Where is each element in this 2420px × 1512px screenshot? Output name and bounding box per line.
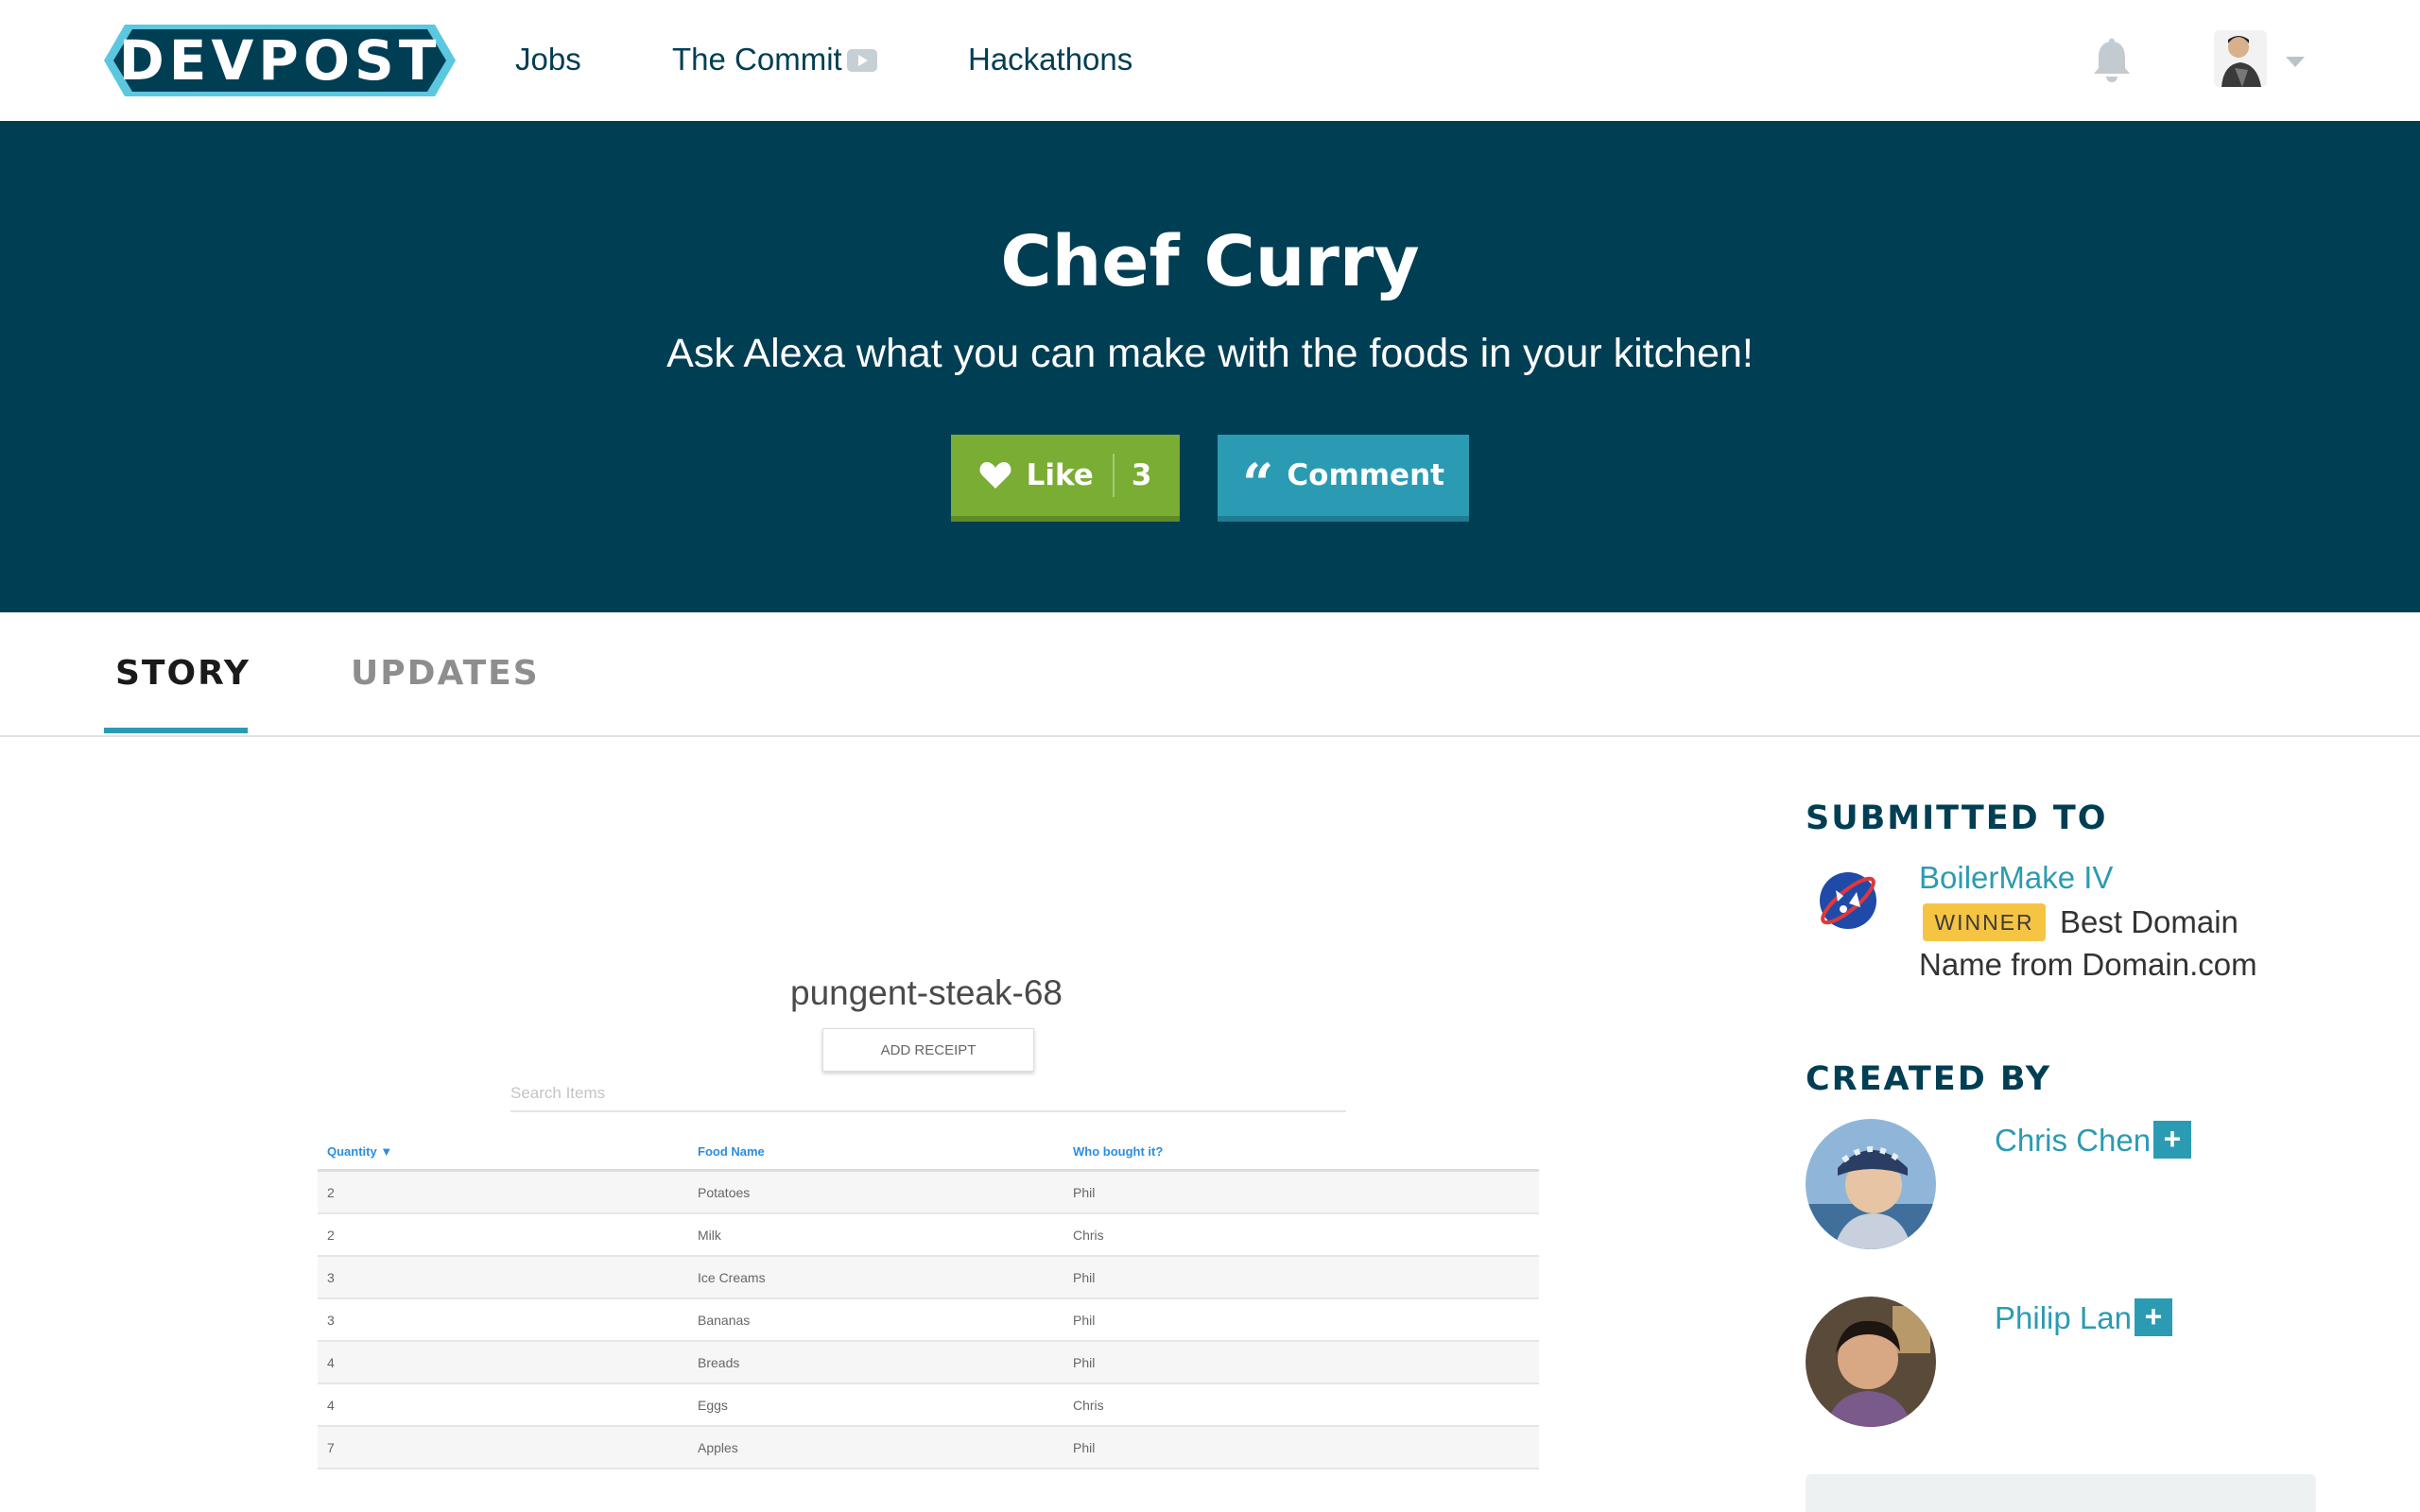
member-name[interactable]: Philip Lan [1995, 1300, 2132, 1336]
column-header: Food Name [698, 1144, 765, 1159]
items-table: Quantity ▼ Food Name Who bought it? 2 Po… [318, 1130, 1539, 1469]
food-name-cell: Bananas [698, 1313, 751, 1328]
food-name-cell: Milk [698, 1228, 721, 1243]
devpost-logo[interactable]: DEVPOST [104, 25, 456, 96]
project-tabs: STORY UPDATES [0, 612, 2420, 737]
quantity-cell: 2 [327, 1228, 335, 1243]
column-header: Quantity ▼ [327, 1144, 393, 1159]
nav-hackathons[interactable]: Hackathons [968, 42, 1132, 77]
food-name-cell: Breads [698, 1355, 740, 1370]
project-header: Chef Curry Ask Alexa what you can make w… [0, 121, 2420, 612]
hackathon-logo[interactable] [1815, 868, 1881, 934]
food-name-cell: Ice Creams [698, 1270, 766, 1285]
like-count: 3 [1131, 458, 1152, 492]
follow-button[interactable]: + [2153, 1121, 2191, 1159]
quantity-cell: 2 [327, 1185, 335, 1200]
user-avatar[interactable] [2214, 30, 2267, 87]
top-navbar: DEVPOST Jobs The Commit Hackathons [0, 0, 2420, 121]
gallery-image[interactable]: pungent-steak-68 ADD RECEIPT Search Item… [312, 954, 1541, 1512]
hackathon-link[interactable]: BoilerMake IV [1919, 860, 2113, 896]
buyer-cell: Chris [1073, 1398, 1104, 1413]
table-row: 2 Potatoes Phil [318, 1172, 1539, 1214]
like-button[interactable]: Like 3 [951, 435, 1180, 522]
member-avatar[interactable] [1806, 1119, 1936, 1249]
bell-icon[interactable] [2091, 38, 2133, 83]
project-title: Chef Curry [1000, 221, 1420, 302]
member-name[interactable]: Chris Chen [1995, 1123, 2151, 1159]
created-by-heading: CREATED BY [1806, 1060, 2052, 1098]
nav-the-commit[interactable]: The Commit [672, 42, 842, 77]
food-name-cell: Potatoes [698, 1185, 751, 1200]
heart-icon [979, 462, 1011, 489]
tab-updates[interactable]: UPDATES [351, 654, 540, 693]
project-tagline: Ask Alexa what you can make with the foo… [666, 331, 1754, 376]
divider [1112, 454, 1115, 497]
add-receipt-button: ADD RECEIPT [822, 1028, 1034, 1072]
table-row: 3 Ice Creams Phil [318, 1257, 1539, 1299]
like-label: Like [1026, 458, 1094, 492]
food-name-cell: Apples [698, 1440, 738, 1455]
quantity-cell: 3 [327, 1270, 335, 1285]
sidebar-panel [1806, 1474, 2316, 1512]
table-row: 4 Eggs Chris [318, 1384, 1539, 1427]
buyer-cell: Phil [1073, 1313, 1096, 1328]
gallery-app-title: pungent-steak-68 [790, 973, 1063, 1012]
member-avatar[interactable] [1806, 1297, 1936, 1427]
food-name-cell: Eggs [698, 1398, 728, 1413]
table-row: 3 Bananas Phil [318, 1299, 1539, 1342]
search-items-field: Search Items [510, 1074, 1346, 1112]
table-row: 7 Apples Phil [318, 1427, 1539, 1469]
comment-label: Comment [1287, 458, 1444, 492]
column-header: Who bought it? [1073, 1144, 1164, 1159]
chevron-down-icon[interactable] [2286, 57, 2305, 67]
buyer-cell: Phil [1073, 1355, 1096, 1370]
logo-text: DEVPOST [118, 28, 441, 93]
active-tab-indicator [104, 728, 248, 733]
buyer-cell: Phil [1073, 1185, 1096, 1200]
quantity-cell: 7 [327, 1440, 335, 1455]
quantity-cell: 3 [327, 1313, 335, 1328]
comment-button[interactable]: “ Comment [1218, 435, 1469, 522]
quote-icon: “ [1242, 452, 1274, 516]
nav-jobs[interactable]: Jobs [515, 42, 581, 77]
table-header-row: Quantity ▼ Food Name Who bought it? [318, 1130, 1539, 1172]
tab-story[interactable]: STORY [115, 654, 251, 693]
table-row: 4 Breads Phil [318, 1342, 1539, 1384]
video-play-icon [847, 49, 877, 72]
quantity-cell: 4 [327, 1398, 335, 1413]
winner-badge: WINNER [1923, 903, 2046, 941]
buyer-cell: Phil [1073, 1440, 1096, 1455]
submitted-to-heading: SUBMITTED TO [1806, 799, 2108, 837]
follow-button[interactable]: + [2135, 1298, 2172, 1336]
table-row: 2 Milk Chris [318, 1214, 1539, 1257]
buyer-cell: Chris [1073, 1228, 1104, 1243]
quantity-cell: 4 [327, 1355, 335, 1370]
buyer-cell: Phil [1073, 1270, 1096, 1285]
